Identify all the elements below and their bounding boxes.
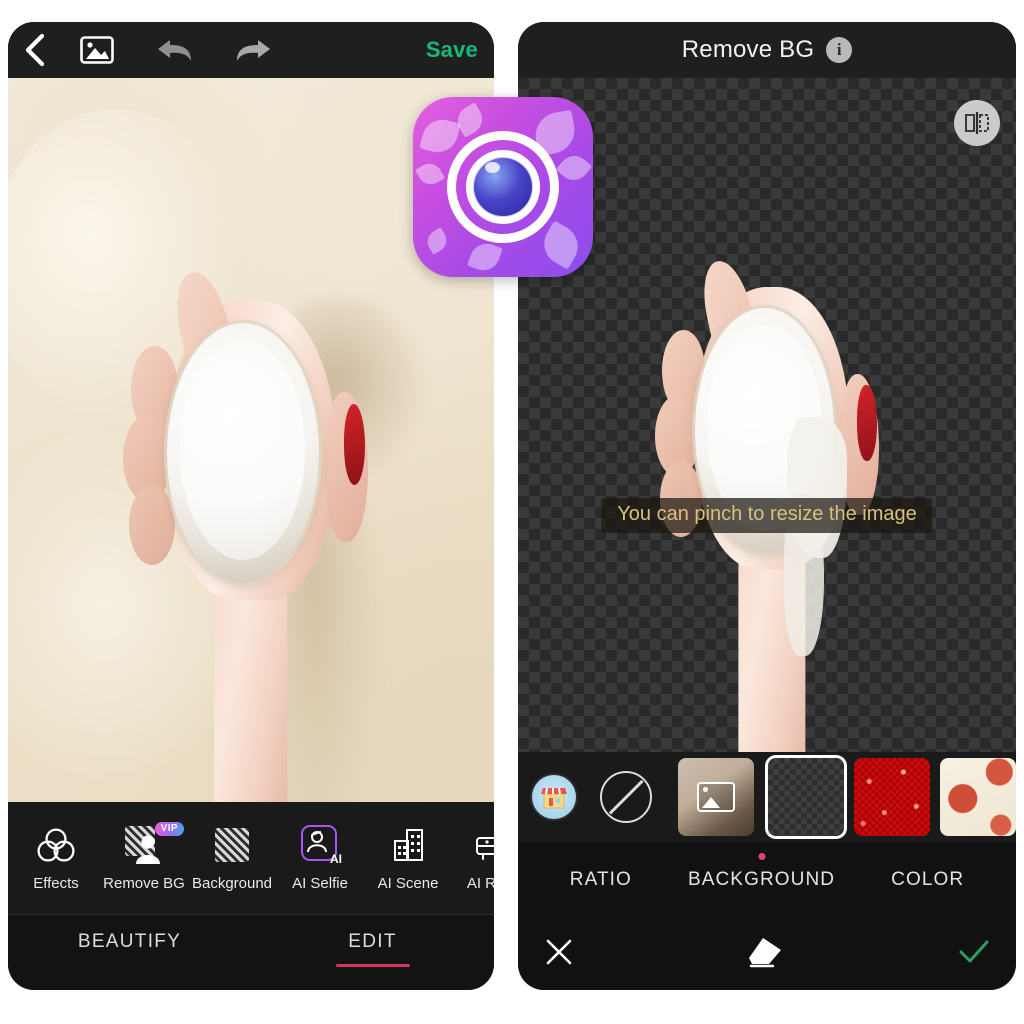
image-icon[interactable] — [62, 22, 132, 78]
petal — [414, 158, 446, 190]
tab-beautify[interactable]: BEAUTIFY — [8, 931, 251, 953]
tool-background[interactable]: Background — [188, 824, 276, 892]
eraser-icon[interactable] — [747, 936, 785, 973]
beauty-camera-app-icon — [413, 97, 593, 277]
redo-arrow-icon[interactable] — [218, 22, 288, 78]
tool-remove-bg[interactable]: VIP Remove BG — [100, 822, 188, 892]
active-tab-underline — [335, 964, 410, 967]
tab-label: COLOR — [891, 869, 965, 890]
left-top-bar: Save — [8, 22, 494, 78]
petal — [467, 239, 503, 275]
left-tool-strip: Effects VIP Remove BG Background AI AI S… — [8, 802, 494, 914]
thumbnail-floral[interactable] — [940, 758, 1016, 836]
close-x-icon[interactable] — [544, 937, 574, 972]
red-nail — [856, 384, 877, 461]
tool-label: Background — [191, 875, 273, 892]
tab-label: BEAUTIFY — [77, 931, 182, 952]
image-icon — [697, 782, 735, 812]
finger-3 — [128, 484, 175, 566]
background-thumbnail-strip — [518, 752, 1016, 842]
tab-label: EDIT — [348, 931, 397, 952]
sofa-icon — [474, 824, 494, 866]
tool-ai-room[interactable]: AI Room — [452, 824, 494, 892]
save-button[interactable]: Save — [426, 37, 478, 63]
petal — [423, 227, 451, 255]
three-circles-icon — [37, 824, 75, 866]
red-nail — [343, 403, 366, 485]
back-chevron-icon[interactable] — [8, 22, 62, 78]
tab-label: BACKGROUND — [687, 869, 836, 890]
active-tab-dot — [758, 853, 766, 860]
thumbnail-gallery[interactable] — [678, 758, 754, 836]
tool-effects[interactable]: Effects — [12, 824, 100, 892]
lens-glint — [485, 161, 500, 173]
tool-label: AI Selfie — [292, 875, 348, 892]
tool-label: AI Room — [466, 875, 494, 892]
left-tab-bar: BEAUTIFY EDIT — [8, 914, 494, 990]
remove-bg-icon — [125, 824, 163, 866]
tool-label: Remove BG — [103, 875, 185, 892]
undo-arrow-icon[interactable] — [132, 22, 218, 78]
tool-ai-selfie[interactable]: AI AI Selfie — [276, 824, 364, 892]
page-title: Remove BG — [681, 36, 815, 63]
info-icon[interactable]: i — [826, 37, 853, 63]
hatched-square-icon — [215, 824, 249, 866]
camera-lens — [474, 158, 532, 216]
tab-edit[interactable]: EDIT — [251, 931, 494, 967]
tab-label: RATIO — [569, 869, 632, 890]
petal — [419, 115, 461, 157]
cream-jar-inner — [180, 340, 306, 560]
no-background-icon[interactable] — [600, 771, 652, 823]
petal — [555, 149, 593, 187]
tab-ratio[interactable]: RATIO — [570, 869, 632, 891]
screenshot-stage: Save Effects VIP Remove BG Background AI… — [0, 0, 1024, 1024]
ai-selfie-icon: AI — [300, 824, 342, 866]
thumbnail-transparent-selected[interactable] — [768, 758, 844, 836]
store-icon[interactable] — [532, 775, 576, 819]
tab-color[interactable]: COLOR — [891, 869, 964, 891]
tab-background[interactable]: BACKGROUND — [687, 853, 836, 891]
check-icon[interactable] — [958, 938, 990, 971]
petal — [536, 220, 586, 270]
tool-label: Effects — [33, 875, 79, 892]
hand-holding-jar — [115, 265, 387, 843]
hatched-square — [215, 828, 249, 862]
right-action-bar — [518, 918, 1016, 990]
flip-horizontal-icon[interactable] — [954, 100, 1000, 146]
tool-label: AI Scene — [377, 875, 439, 892]
right-top-bar: Remove BG i — [518, 22, 1016, 78]
tool-ai-scene[interactable]: AI Scene — [364, 824, 452, 892]
right-tab-bar: RATIO BACKGROUND COLOR — [518, 842, 1016, 918]
building-icon — [389, 824, 427, 866]
pinch-hint-toast: You can pinch to resize the image — [601, 498, 933, 533]
thumbnail-red-glitter[interactable] — [854, 758, 930, 836]
